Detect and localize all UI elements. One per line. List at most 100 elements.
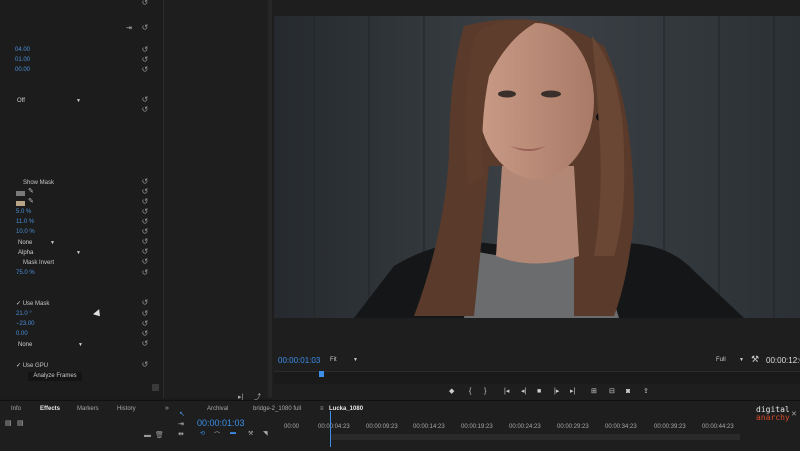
go-to-in-icon[interactable]: |◂ xyxy=(504,388,509,396)
mask-value-1[interactable]: 21.0 ° xyxy=(16,310,32,319)
reset-icon[interactable]: ↺ xyxy=(141,228,149,236)
color-swatch-2[interactable] xyxy=(16,201,25,206)
camera-icon[interactable]: ◙ xyxy=(626,388,630,396)
ruler-label: 00:00:29:23 xyxy=(557,424,589,430)
reset-icon[interactable]: ↺ xyxy=(141,299,149,307)
reset-icon[interactable]: ↺ xyxy=(141,0,149,7)
mask-invert-label[interactable]: Mask Invert xyxy=(23,259,54,268)
quality-dropdown[interactable]: Full ▼ xyxy=(716,356,744,365)
caption-icon[interactable]: ◥ xyxy=(263,430,268,437)
use-gpu-checkbox[interactable]: ✓ Use GPU xyxy=(16,362,48,371)
selection-tool-icon[interactable]: ↖ xyxy=(179,411,185,419)
chevron-down-icon: ▼ xyxy=(353,357,358,363)
reset-icon[interactable]: ↺ xyxy=(141,198,149,206)
reset-icon[interactable]: ↺ xyxy=(141,208,149,216)
tab-info[interactable]: Info xyxy=(11,406,21,412)
reset-icon[interactable]: ↺ xyxy=(141,320,149,328)
tab-effects[interactable]: Effects xyxy=(40,406,60,412)
step-back-icon[interactable]: ◂| xyxy=(521,388,526,396)
wrench-icon[interactable]: ⚒ xyxy=(751,354,759,365)
step-forward-icon[interactable]: |▸ xyxy=(554,388,559,396)
show-mask-label[interactable]: Show Mask xyxy=(23,179,54,188)
color-swatch-1[interactable] xyxy=(16,191,25,196)
reset-icon[interactable]: ↺ xyxy=(141,361,149,369)
scroll-thumb[interactable] xyxy=(152,384,159,391)
use-mask-checkbox[interactable]: ✓ Use Mask xyxy=(16,300,49,309)
reset-icon[interactable]: ↺ xyxy=(141,66,149,74)
position-value-3[interactable]: 00.00 xyxy=(15,66,30,75)
reset-icon[interactable]: ↺ xyxy=(141,248,149,256)
mask-value-3[interactable]: 0.00 xyxy=(16,330,28,339)
mark-out-icon[interactable]: } xyxy=(484,388,486,396)
timeline-playhead[interactable] xyxy=(330,411,331,447)
ruler-label: 00:00:09:23 xyxy=(366,424,398,430)
alpha-dropdown-label: Alpha xyxy=(18,250,34,256)
eyedropper-icon[interactable]: ✎ xyxy=(28,198,34,206)
none-dropdown-label: None xyxy=(18,342,33,348)
go-to-out-icon[interactable]: ▸| xyxy=(570,388,575,396)
linked-selection-icon[interactable]: ⌒ xyxy=(214,430,220,439)
analyze-frames-button[interactable]: Analyze Frames xyxy=(28,372,82,381)
tab-sequence-archival[interactable]: Archival xyxy=(207,406,228,412)
reset-icon[interactable]: ↺ xyxy=(141,46,149,54)
reset-icon[interactable]: ↺ xyxy=(141,218,149,226)
fit-dropdown[interactable]: Fit ▼ xyxy=(330,356,358,365)
position-value-2[interactable]: 01.00 xyxy=(15,56,30,65)
ripple-edit-icon[interactable]: ⇹ xyxy=(178,431,184,439)
opacity-value[interactable]: 75.0 % xyxy=(16,269,35,278)
feather-value-1[interactable]: 5.0 % xyxy=(16,208,31,217)
video-frame xyxy=(274,16,800,318)
reset-icon[interactable]: ↺ xyxy=(141,96,149,104)
fit-dropdown-label: Fit xyxy=(330,357,337,363)
reset-icon[interactable]: ↺ xyxy=(141,56,149,64)
wrench-icon[interactable]: ⚒ xyxy=(248,430,253,437)
effect-controls-timeline[interactable] xyxy=(163,0,271,398)
monitor-time-ruler[interactable] xyxy=(274,371,800,384)
none-dropdown-2[interactable]: None ▼ xyxy=(16,341,84,349)
add-marker-icon[interactable]: ▬ xyxy=(230,430,236,436)
feather-value-2[interactable]: 11.0 % xyxy=(16,218,34,227)
reset-icon[interactable]: ↺ xyxy=(141,188,149,196)
snap-icon[interactable]: ⟲ xyxy=(200,430,205,437)
playhead-timecode[interactable]: 00:00:01:03 xyxy=(278,356,320,365)
mark-in-icon[interactable]: { xyxy=(469,388,471,396)
panel-overflow-icon[interactable]: » xyxy=(165,405,169,412)
close-icon[interactable]: ✕ xyxy=(791,410,797,418)
tab-markers[interactable]: Markers xyxy=(77,406,99,412)
timeline-timecode[interactable]: 00:00:01:03 xyxy=(197,418,245,428)
none-dropdown-1[interactable]: None ▼ xyxy=(16,239,56,247)
position-value-1[interactable]: 04.00 xyxy=(15,46,30,55)
reset-icon[interactable]: ↺ xyxy=(141,310,149,318)
reset-icon[interactable]: ↺ xyxy=(141,258,149,266)
overwrite-icon[interactable]: ⊟ xyxy=(609,388,615,396)
reset-icon[interactable]: ↺ xyxy=(141,269,149,277)
track-select-icon[interactable]: ⇥ xyxy=(178,421,184,429)
tab-history[interactable]: History xyxy=(117,406,136,412)
new-folder-icon[interactable]: ▬ xyxy=(144,432,151,439)
trash-icon[interactable]: 🗑 xyxy=(155,431,164,439)
keyframe-nav-icon[interactable]: ⇥ xyxy=(126,24,132,32)
reset-icon[interactable]: ↺ xyxy=(141,330,149,338)
stop-icon[interactable]: ■ xyxy=(537,388,541,396)
eyedropper-icon[interactable]: ✎ xyxy=(28,188,34,196)
reset-icon[interactable]: ↺ xyxy=(141,238,149,246)
use-mask-label: Use Mask xyxy=(22,301,50,307)
reset-icon[interactable]: ↺ xyxy=(141,24,149,32)
off-dropdown[interactable]: Off ▼ xyxy=(15,97,82,105)
insert-icon[interactable]: ⊞ xyxy=(591,388,597,396)
timeline-zoom-scrollbar[interactable] xyxy=(330,434,740,440)
alpha-dropdown[interactable]: Alpha ▼ xyxy=(16,249,82,257)
preset-icon[interactable]: ▤ xyxy=(5,419,12,427)
preset-icon[interactable]: ▤ xyxy=(17,419,24,427)
add-marker-icon[interactable]: ◆ xyxy=(449,388,454,396)
mask-value-2[interactable]: −23.00 xyxy=(16,320,35,329)
close-icon[interactable]: ≡ xyxy=(320,406,324,412)
tab-sequence-bridge[interactable]: bridge-2_1080 full xyxy=(253,406,301,412)
playhead-marker[interactable] xyxy=(319,371,324,377)
export-icon[interactable]: ⇪ xyxy=(643,388,649,396)
reset-icon[interactable]: ↺ xyxy=(141,106,149,114)
feather-value-3[interactable]: 10.0 % xyxy=(16,228,35,237)
reset-icon[interactable]: ↺ xyxy=(141,340,149,348)
reset-icon[interactable]: ↺ xyxy=(141,178,149,186)
tab-sequence-lucka[interactable]: Lucka_1080 xyxy=(329,406,363,412)
